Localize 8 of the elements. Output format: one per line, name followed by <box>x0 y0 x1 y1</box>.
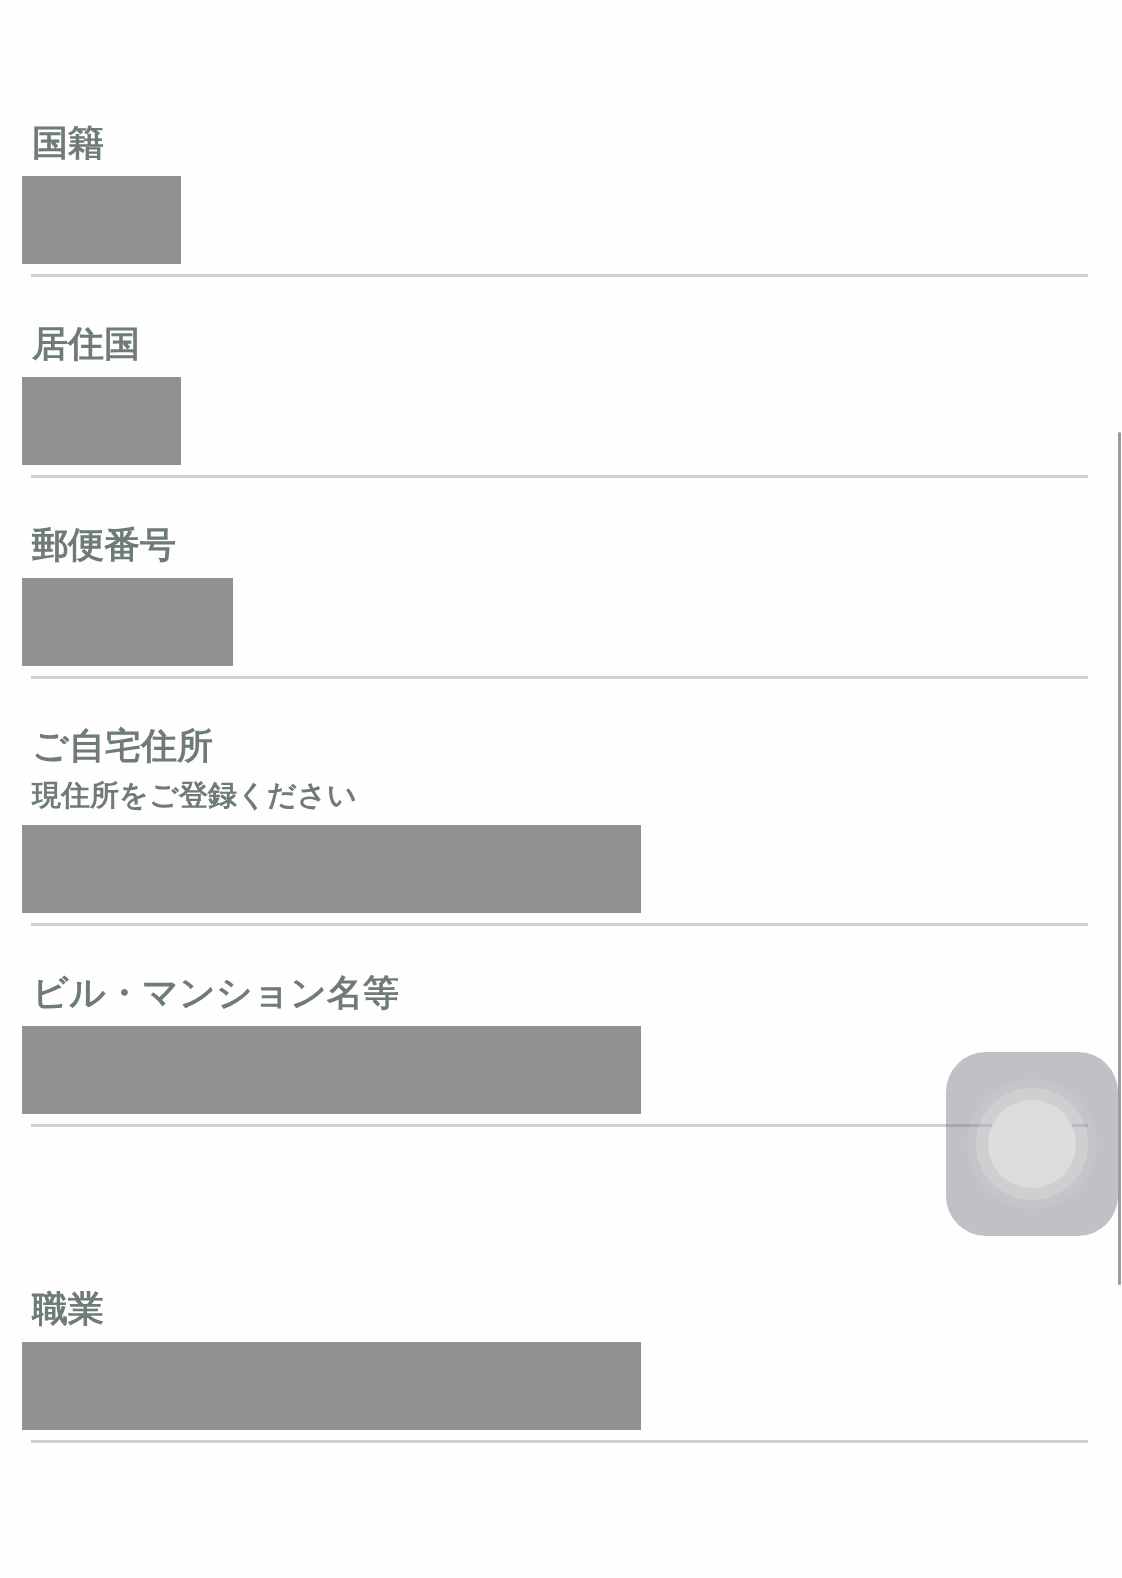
assistive-touch-button[interactable] <box>946 1052 1118 1236</box>
field-label: 国籍 <box>32 121 104 165</box>
field-label: ビル・マンション名等 <box>32 971 399 1015</box>
field-label: 郵便番号 <box>32 523 176 567</box>
field-note: 現住所をご登録ください <box>32 777 357 814</box>
field-label: 居住国 <box>32 322 140 366</box>
field-label: ご自宅住所 <box>32 724 213 768</box>
field-label: 職業 <box>32 1287 104 1331</box>
